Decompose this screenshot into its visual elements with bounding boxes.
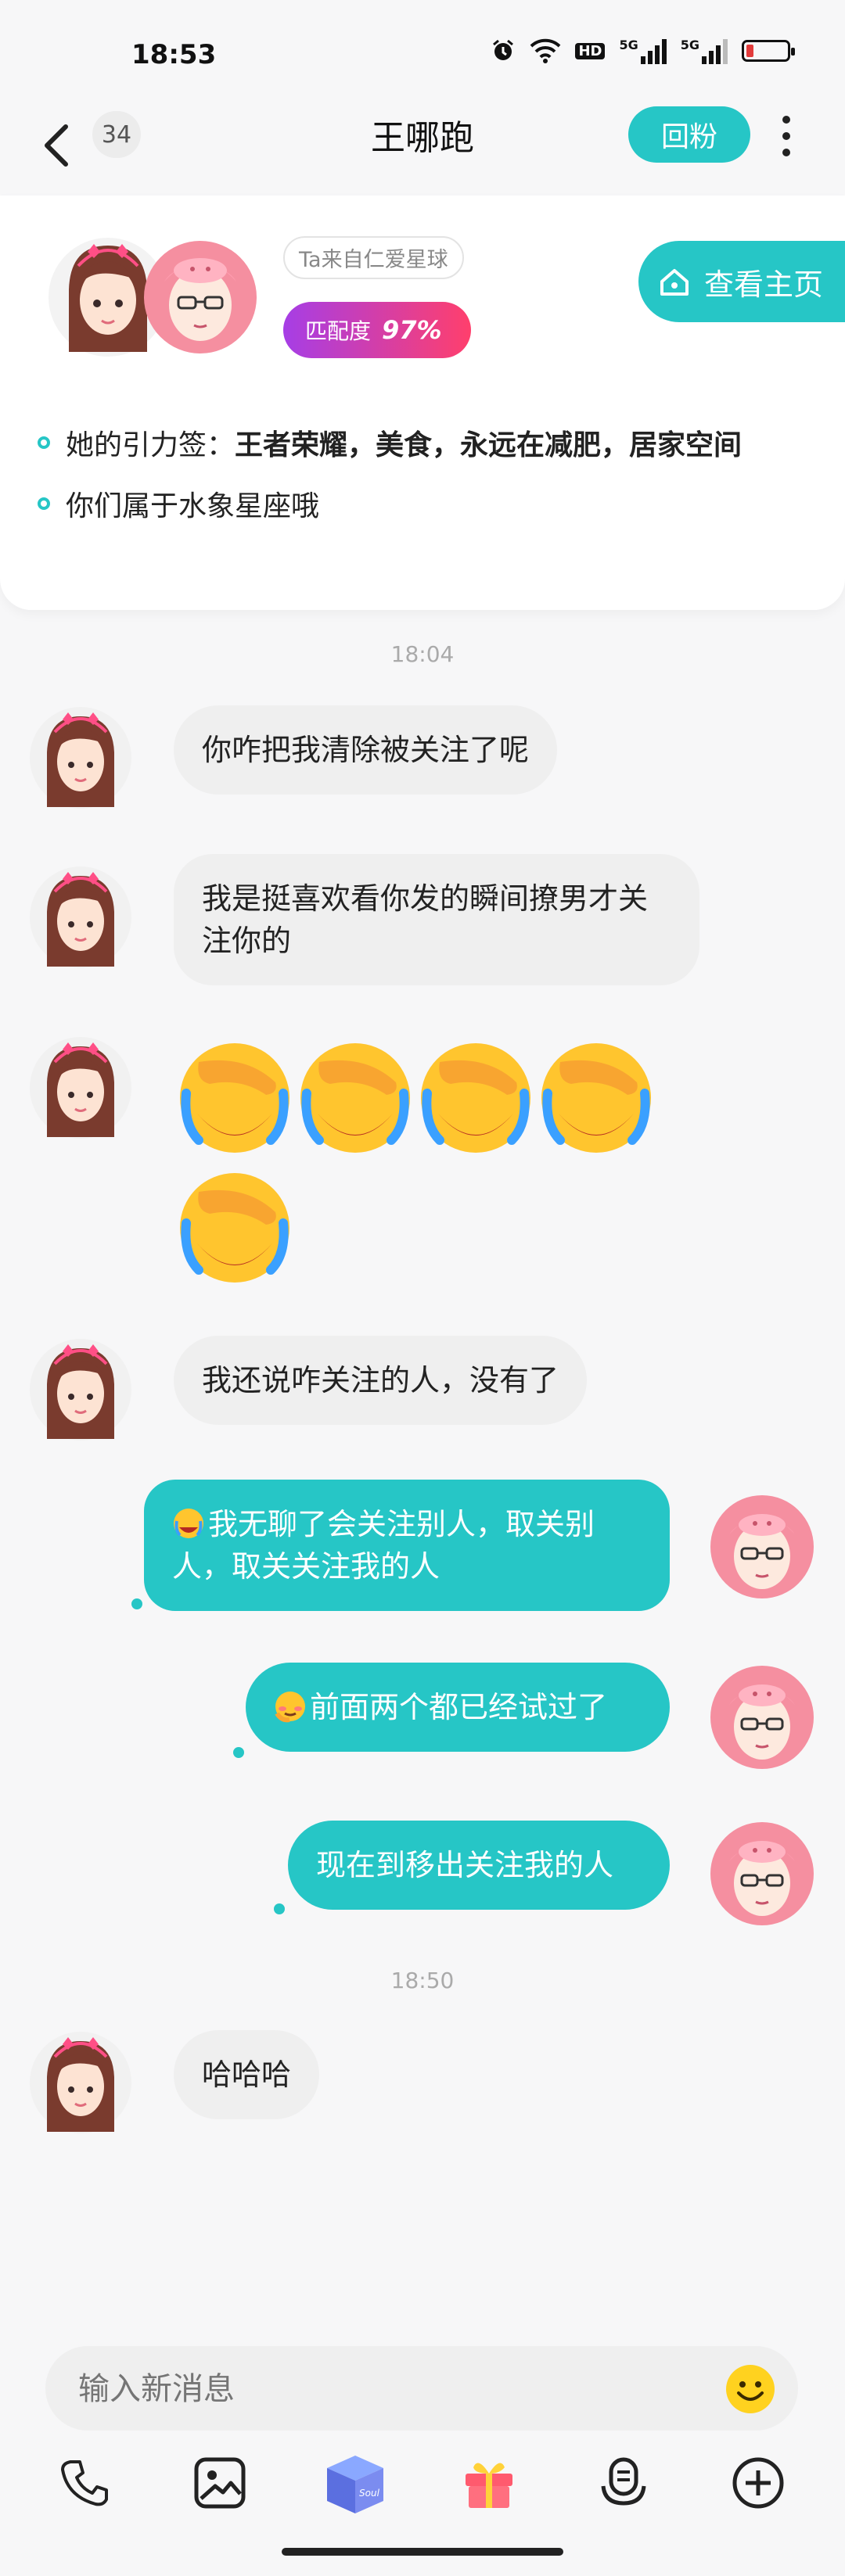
plus-icon[interactable] xyxy=(723,2448,793,2518)
status-icons: HD 5G 5G xyxy=(491,38,795,64)
face-palm-crying-emoji xyxy=(300,1043,410,1153)
bubble-tail xyxy=(233,1747,244,1758)
message-composer xyxy=(45,2346,798,2431)
zodiac-line: 你们属于水象星座哦 xyxy=(38,483,319,524)
follow-back-button[interactable]: 回粉 xyxy=(628,106,750,163)
bullet-icon xyxy=(38,497,50,510)
message-bubble-outgoing[interactable]: 现在到移出关注我的人 xyxy=(288,1821,670,1910)
timestamp: 18:50 xyxy=(390,1968,455,1993)
face-palm-crying-emoji xyxy=(541,1043,651,1153)
face-palm-crying-emoji xyxy=(180,1043,289,1153)
message-input[interactable] xyxy=(77,2360,690,2418)
avatar[interactable] xyxy=(28,865,133,970)
shy-emoji xyxy=(275,1692,305,1723)
avatar[interactable] xyxy=(28,1035,133,1140)
avatar[interactable] xyxy=(709,1664,815,1771)
avatar[interactable] xyxy=(709,1821,815,1927)
origin-planet-tag: Ta来自仁爱星球 xyxy=(283,236,464,279)
voice-icon[interactable] xyxy=(588,2448,659,2518)
image-icon[interactable] xyxy=(185,2448,255,2518)
bubble-tail xyxy=(274,1903,285,1914)
hd-badge: HD xyxy=(575,42,606,59)
alarm-icon xyxy=(493,39,514,60)
view-homepage-button[interactable]: 查看主页 xyxy=(638,241,845,322)
avatar[interactable] xyxy=(709,1494,815,1600)
avatar[interactable] xyxy=(28,1337,133,1442)
crying-emoji xyxy=(174,1509,203,1538)
more-vertical-icon[interactable] xyxy=(775,111,798,161)
signal-5g-2: 5G xyxy=(681,38,728,64)
gift-icon[interactable] xyxy=(454,2448,524,2518)
svg-text:Soul: Soul xyxy=(359,2488,380,2499)
battery-icon xyxy=(742,40,795,62)
home-icon xyxy=(660,269,689,296)
signal-5g-1: 5G xyxy=(619,38,667,64)
emoji-picker-icon[interactable] xyxy=(725,2363,776,2415)
chat-header: 34 王哪跑 回粉 xyxy=(0,102,845,196)
face-palm-crying-emoji xyxy=(180,1173,289,1283)
timestamp: 18:04 xyxy=(390,641,455,667)
message-bubble-incoming[interactable]: 你咋把我清除被关注了呢 xyxy=(174,705,558,795)
message-bubble-incoming[interactable]: 我是挺喜欢看你发的瞬间撩男才关注你的 xyxy=(174,854,699,985)
message-bubble-outgoing[interactable]: 我无聊了会关注别人，取关别人，取关关注我的人 xyxy=(144,1480,670,1611)
message-bubble-incoming[interactable]: 我还说咋关注的人，没有了 xyxy=(174,1336,588,1425)
home-indicator[interactable] xyxy=(282,2548,563,2556)
avatar[interactable] xyxy=(28,705,133,810)
match-score-badge: 匹配度 97% xyxy=(283,302,471,358)
avatar[interactable] xyxy=(28,2030,133,2135)
message-bubble-incoming[interactable]: 哈哈哈 xyxy=(174,2030,320,2119)
message-bubble-outgoing[interactable]: 前面两个都已经试过了 xyxy=(246,1663,670,1752)
clock: 18:53 xyxy=(131,39,217,70)
matched-avatars[interactable] xyxy=(47,235,266,360)
gravity-tags-line: 她的引力签： 王者荣耀，美食，永远在减肥，居家空间 xyxy=(38,422,742,463)
soul-box-icon[interactable]: Soul xyxy=(319,2448,391,2520)
profile-card: Ta来自仁爱星球 匹配度 97% 查看主页 她的引力签： 王者荣耀，美食，永远在减肥… xyxy=(0,196,845,610)
chat-toolbar: Soul xyxy=(0,2448,845,2526)
bubble-tail xyxy=(131,1598,142,1609)
wifi-icon xyxy=(530,38,561,63)
bullet-icon xyxy=(38,436,50,449)
phone-icon[interactable] xyxy=(50,2448,120,2518)
status-bar: 18:53 HD 5G 5G xyxy=(0,0,845,102)
face-palm-crying-emoji xyxy=(421,1043,530,1153)
